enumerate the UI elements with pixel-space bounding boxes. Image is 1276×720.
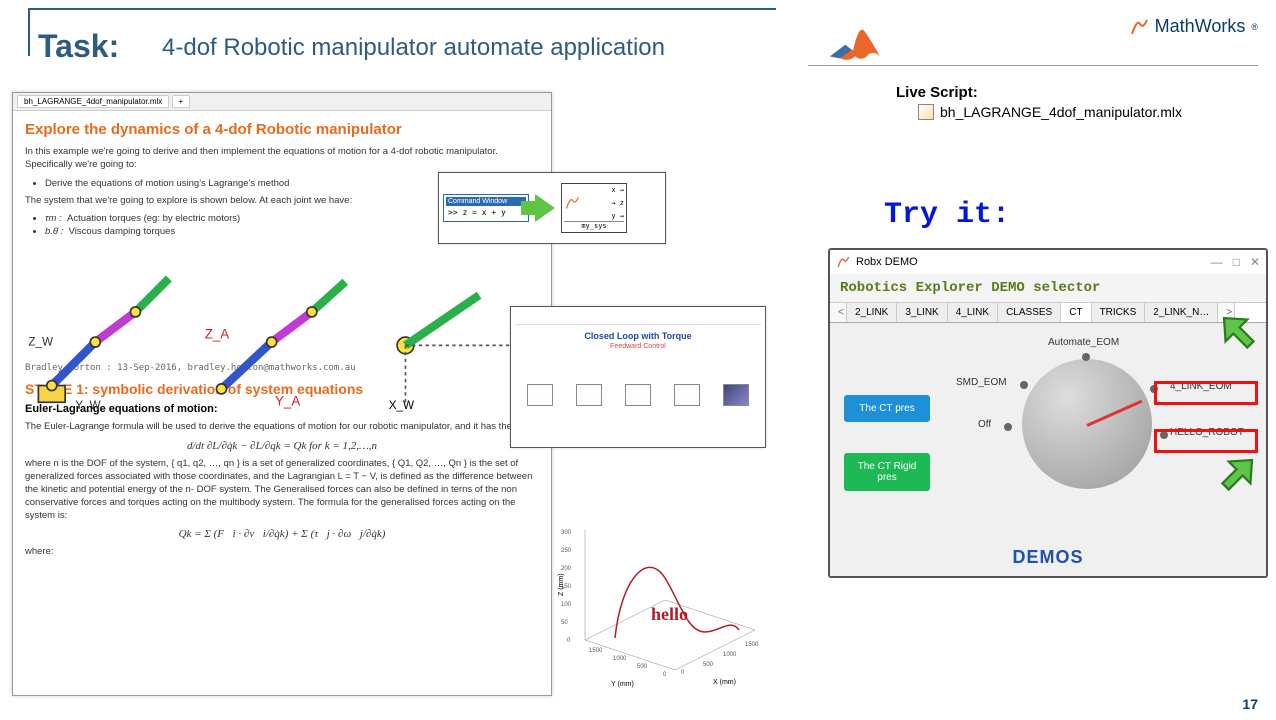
tab-tricks[interactable]: TRICKS — [1092, 303, 1146, 322]
ct-rigid-pres-button[interactable]: The CT Rigid pres — [844, 453, 930, 491]
sim-subtitle: Feedward Control — [515, 343, 761, 350]
doc-tab-plus[interactable]: + — [172, 95, 191, 108]
demo-knob[interactable] — [1022, 359, 1152, 489]
knob-title: DEMOS — [830, 547, 1266, 568]
page-number: 17 — [1242, 696, 1258, 712]
tab-ct[interactable]: CT — [1061, 303, 1091, 322]
sim-toolbar — [515, 311, 761, 325]
tab-classes[interactable]: CLASSES — [998, 303, 1061, 322]
svg-text:50: 50 — [561, 620, 568, 626]
svg-text:Y (mm): Y (mm) — [611, 681, 634, 688]
cmd-to-simulink-inset: Command Window >> z = x + y x → → z y → … — [438, 172, 666, 244]
try-it-label: Try it: — [884, 198, 1010, 232]
minimize-icon[interactable]: — — [1211, 255, 1223, 269]
live-script-file: bh_LAGRANGE_4dof_manipulator.mlx — [918, 104, 1182, 120]
svg-text:1000: 1000 — [613, 656, 627, 662]
header-rule-v — [28, 8, 30, 56]
knob-off: Off — [978, 419, 991, 430]
live-script-label: Live Script: — [896, 84, 978, 101]
simulink-model-inset: Closed Loop with Torque Feedward Control — [510, 306, 766, 448]
simulink-block: x → → z y → my_sys — [561, 183, 627, 233]
svg-text:0: 0 — [567, 638, 571, 644]
mathworks-logo: MathWorks® — [1129, 16, 1258, 37]
arrow-icon — [535, 194, 555, 222]
svg-text:hello: hello — [651, 604, 688, 624]
knob-auto: Automate_EOM — [1048, 337, 1119, 348]
demo-heading: Robotics Explorer DEMO selector — [830, 274, 1266, 303]
app-icon — [836, 255, 850, 269]
doc-eq2: Qk = Σ (F⃗i · ∂v⃗i/∂q̇k) + Σ (τ⃗j · ∂ω⃗j… — [25, 528, 539, 540]
tab-3link[interactable]: 3_LINK — [897, 303, 947, 322]
doc-p4: where n is the DOF of the system, { q1, … — [25, 458, 539, 522]
sim-title: Closed Loop with Torque — [515, 331, 761, 341]
doc-h1: Explore the dynamics of a 4-dof Robotic … — [25, 121, 539, 138]
close-icon[interactable]: ✕ — [1250, 255, 1260, 269]
logo-bar: MathWorks® — [808, 6, 1258, 66]
demo-window: Robx DEMO — □ ✕ Robotics Explorer DEMO s… — [828, 248, 1268, 578]
manipulator-diagrams: Z_WY_W Z_AY_A Y_WX_W — [25, 245, 539, 355]
svg-text:500: 500 — [637, 664, 648, 670]
cmd-title: Command Window — [446, 197, 526, 206]
hello-3d-plot: 300250200 150100500 150010005000 0500100… — [554, 490, 776, 690]
doc-tab[interactable]: bh_LAGRANGE_4dof_manipulator.mlx — [17, 95, 169, 108]
command-window: Command Window >> z = x + y — [443, 194, 529, 222]
svg-text:0: 0 — [663, 672, 667, 678]
matlab-icon — [826, 16, 884, 64]
sim-canvas — [515, 356, 761, 434]
svg-text:250: 250 — [561, 548, 572, 554]
svg-text:1500: 1500 — [745, 642, 759, 648]
doc-eq1: d/dt ∂L/∂q̇k − ∂L/∂qk = Qk for k = 1,2,…… — [25, 440, 539, 452]
maximize-icon[interactable]: □ — [1233, 255, 1240, 269]
highlight-4link-eom — [1154, 381, 1258, 405]
svg-text:500: 500 — [703, 662, 714, 668]
task-description: 4-dof Robotic manipulator automate appli… — [162, 34, 665, 62]
svg-text:X_W: X_W — [388, 399, 413, 412]
svg-text:Z_A: Z_A — [205, 327, 230, 342]
svg-text:X (mm): X (mm) — [713, 679, 736, 686]
svg-text:0: 0 — [681, 670, 685, 676]
demo-tabs: < 2_LINK 3_LINK 4_LINK CLASSES CT TRICKS… — [830, 303, 1266, 323]
svg-text:Y_A: Y_A — [275, 394, 300, 409]
tab-4link[interactable]: 4_LINK — [948, 303, 998, 322]
doc-p5: where: — [25, 546, 539, 559]
ct-pres-button[interactable]: The CT pres — [844, 395, 930, 422]
svg-text:200: 200 — [561, 566, 572, 572]
svg-text:1500: 1500 — [589, 648, 603, 654]
header-rule — [28, 8, 776, 10]
tab-scroll-left[interactable]: < — [830, 303, 847, 322]
mlx-icon — [918, 104, 934, 120]
svg-text:300: 300 — [561, 530, 572, 536]
cmd-text: >> z = x + y — [446, 206, 526, 219]
doc-tabbar: bh_LAGRANGE_4dof_manipulator.mlx + — [13, 93, 551, 111]
svg-text:100: 100 — [561, 602, 572, 608]
svg-text:Z (mm): Z (mm) — [558, 573, 565, 596]
svg-text:Y_W: Y_W — [75, 399, 100, 412]
doc-p3: The Euler-Lagrange formula will be used … — [25, 421, 539, 434]
svg-text:Z_W: Z_W — [28, 336, 53, 349]
tab-2linkn[interactable]: 2_LINK_N… — [1145, 303, 1218, 322]
knob-smd: SMD_EOM — [956, 377, 1007, 388]
svg-text:1000: 1000 — [723, 652, 737, 658]
tab-2link[interactable]: 2_LINK — [847, 303, 897, 322]
demo-titlebar: Robx DEMO — □ ✕ — [830, 250, 1266, 274]
task-label: Task: — [38, 28, 119, 65]
doc-p1: In this example we're going to derive an… — [25, 146, 539, 172]
